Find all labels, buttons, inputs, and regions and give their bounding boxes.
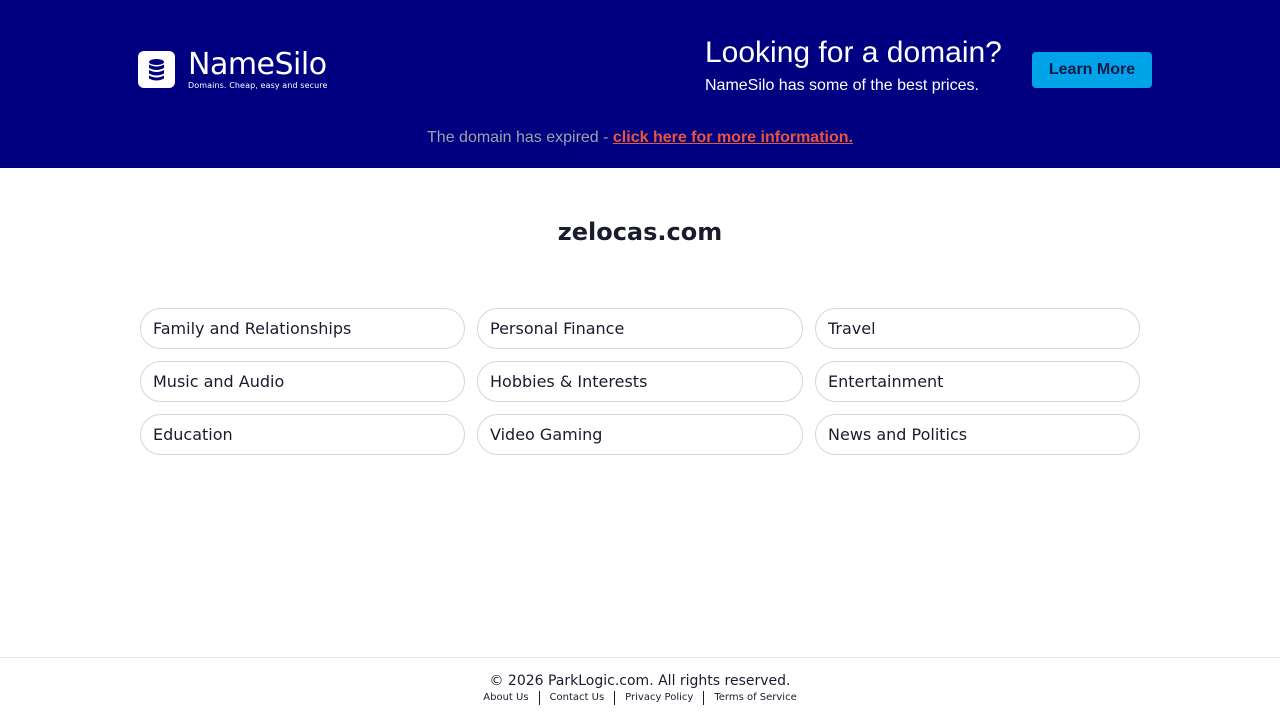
contact-us-link[interactable]: Contact Us xyxy=(540,690,615,706)
privacy-policy-link[interactable]: Privacy Policy xyxy=(615,690,703,706)
promo-subtitle: NameSilo has some of the best prices. xyxy=(705,77,979,94)
promo-block: Looking for a domain? NameSilo has some … xyxy=(705,34,1002,96)
category-video-gaming[interactable]: Video Gaming xyxy=(477,414,803,455)
database-icon xyxy=(138,51,175,88)
learn-more-button[interactable]: Learn More xyxy=(1032,52,1152,88)
about-us-link[interactable]: About Us xyxy=(473,690,538,706)
expired-notice: The domain has expired - click here for … xyxy=(0,128,1280,148)
header-banner: NameSilo Domains. Cheap, easy and secure… xyxy=(0,0,1280,168)
footer-links: About Us Contact Us Privacy Policy Terms… xyxy=(0,690,1280,706)
category-news-and-politics[interactable]: News and Politics xyxy=(815,414,1140,455)
category-hobbies-and-interests[interactable]: Hobbies & Interests xyxy=(477,361,803,402)
category-personal-finance[interactable]: Personal Finance xyxy=(477,308,803,349)
category-entertainment[interactable]: Entertainment xyxy=(815,361,1140,402)
category-travel[interactable]: Travel xyxy=(815,308,1140,349)
domain-name: zelocas.com xyxy=(557,218,723,246)
footer-divider xyxy=(0,657,1280,658)
logo-tagline: Domains. Cheap, easy and secure xyxy=(188,81,328,90)
promo-title: Looking for a domain? xyxy=(705,36,1002,69)
more-information-link[interactable]: click here for more information. xyxy=(613,129,853,146)
category-music-and-audio[interactable]: Music and Audio xyxy=(140,361,465,402)
category-grid: Family and Relationships Personal Financ… xyxy=(140,308,1140,455)
namesilo-logo[interactable]: NameSilo Domains. Cheap, easy and secure xyxy=(138,50,328,91)
copyright-text: © 2026 ParkLogic.com. All rights reserve… xyxy=(489,673,791,689)
category-education[interactable]: Education xyxy=(140,414,465,455)
expired-text: The domain has expired - xyxy=(427,129,613,146)
terms-of-service-link[interactable]: Terms of Service xyxy=(704,690,806,706)
logo-name: NameSilo xyxy=(188,47,327,82)
category-family-and-relationships[interactable]: Family and Relationships xyxy=(140,308,465,349)
